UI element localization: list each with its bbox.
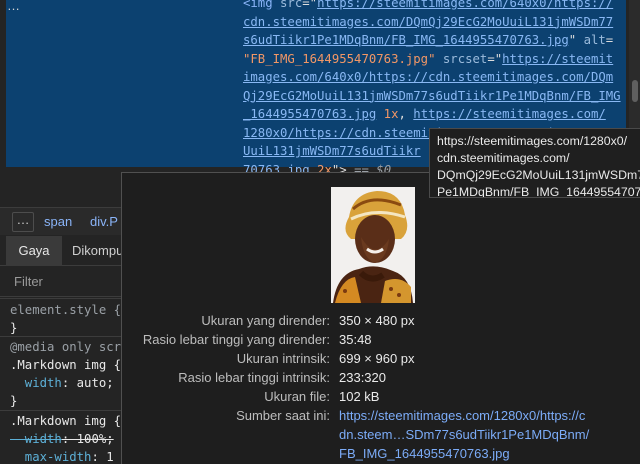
image-info-row: Ukuran yang dirender: 350 × 480 px (122, 311, 640, 330)
filter-input[interactable]: Filter (14, 274, 43, 289)
url-tooltip-line: https://steemitimages.com/1280x0/ (437, 134, 628, 148)
css-rule-line[interactable]: } (10, 392, 122, 411)
rule-divider (0, 298, 122, 299)
code-token: 1x (376, 107, 399, 121)
code-url-link[interactable]: https://steemit (502, 52, 613, 66)
css-rule-line[interactable]: @media only screen (10, 338, 122, 357)
code-token: "FB_IMG_1644955470763.jpg" (243, 51, 436, 66)
url-tooltip-line: Pe1MDqBnm/FB_IMG_1644955470763.jpg (437, 185, 640, 198)
code-line[interactable]: s6udTiikr1Pe1MDqBnm/FB_IMG_1644955470763… (243, 31, 628, 50)
image-info-row: Ukuran file: 102 kB (122, 387, 640, 406)
image-info-value: 102 kB (339, 389, 380, 404)
css-text: } (10, 321, 18, 335)
rule-divider (0, 336, 122, 337)
image-source-link[interactable]: FB_IMG_1644955470763.jpg (339, 444, 510, 463)
image-info-row: Sumber saat ini: https://steemitimages.co… (122, 406, 640, 461)
css-rule-line[interactable]: element.style { (10, 301, 122, 320)
image-info-row: Rasio lebar tinggi yang dirender: 35:48 (122, 330, 640, 349)
css-rule-line[interactable]: } (10, 319, 122, 338)
node-options-dots[interactable]: … (7, 0, 21, 13)
code-url-link[interactable]: s6udTiikr1Pe1MDqBnm/FB_IMG_1644955470763… (243, 33, 569, 47)
image-preview-popover: Ukuran yang dirender: 350 × 480 px Rasio l… (121, 172, 640, 464)
url-tooltip-line: cdn.steemitimages.com/ (437, 151, 570, 165)
image-info-label: Ukuran file: (264, 389, 330, 404)
image-source-link[interactable]: https://steemitimages.com/1280x0/https:/… (339, 406, 585, 425)
code-url-link[interactable]: cdn.steemitimages.com/DQmQj29EcG2MoUuiL1… (243, 15, 613, 29)
code-url-link[interactable]: Qj29EcG2MoUuiL131jmWSDm77s6udTiikr1Pe1MD… (243, 89, 621, 103)
code-line[interactable]: _1644955470763.jpg 1x, https://steemitim… (243, 105, 628, 124)
image-info-value: 350 × 480 px (339, 313, 415, 328)
image-info-row: Rasio lebar tinggi intrinsik: 233:320 (122, 368, 640, 387)
css-text: .Markdown img { (10, 358, 122, 372)
code-line[interactable]: images.com/640x0/https://cdn.steemitimag… (243, 68, 628, 87)
code-line[interactable]: cdn.steemitimages.com/DQmQj29EcG2MoUuiL1… (243, 13, 628, 32)
code-token: " (568, 33, 584, 47)
code-token: alt (583, 33, 606, 47)
code-url-link[interactable]: https://steemitimages.com/ (413, 107, 606, 121)
image-info-label: Rasio lebar tinggi intrinsik: (178, 370, 330, 385)
css-rule-line[interactable]: width: auto; (10, 374, 122, 393)
url-tooltip-line: DQmQj29EcG2MoUuiL131jmWSDm77s6udTiikr1 (437, 168, 640, 182)
code-url-link[interactable]: https://steemitimages.com/640x0/https:// (317, 0, 613, 10)
css-rule-line[interactable]: max-width: 1 (10, 448, 122, 464)
code-url-link[interactable]: _1644955470763.jpg (243, 107, 376, 121)
css-text: : 100%; (61, 432, 114, 446)
code-token: , (398, 107, 414, 121)
code-token: src (280, 0, 303, 10)
css-text: element.style { (10, 303, 122, 317)
code-token: =" (487, 51, 503, 66)
tab-styles[interactable]: Gaya (6, 236, 62, 266)
css-rule-line[interactable]: width: 100%; (10, 430, 122, 449)
css-text: : 1 (91, 450, 114, 464)
code-line[interactable]: Qj29EcG2MoUuiL131jmWSDm77s6udTiikr1Pe1MD… (243, 87, 628, 106)
image-info-label: Sumber saat ini: (236, 408, 330, 423)
elements-scrollbar-thumb[interactable] (632, 80, 638, 102)
code-line[interactable]: <img src="https://steemitimages.com/640x… (243, 0, 628, 13)
rule-divider (0, 410, 122, 411)
image-thumbnail (331, 187, 415, 303)
image-info-label: Ukuran intrinsik: (236, 351, 330, 366)
css-text: @media only screen (10, 340, 122, 354)
url-tooltip: https://steemitimages.com/1280x0/ cdn.st… (429, 128, 640, 198)
code-token: <img (243, 0, 281, 10)
breadcrumb-item-span[interactable]: span (44, 214, 72, 229)
code-url-link[interactable]: images.com/640x0/https://cdn.steemitimag… (243, 70, 613, 84)
image-info-value: 35:48 (339, 332, 372, 347)
image-source-link[interactable]: dn.steem…SDm77s6udTiikr1Pe1MDqBnm/ (339, 425, 589, 444)
breadcrumb-more-button[interactable]: … (12, 212, 34, 232)
code-token: srcset (442, 51, 488, 66)
image-info-label: Rasio lebar tinggi yang dirender: (142, 332, 330, 347)
code-url-link[interactable]: UuiL131jmWSDm77s6udTiikr (243, 144, 421, 158)
code-token: = (605, 33, 614, 47)
css-rule-line[interactable]: .Markdown img { (10, 412, 122, 431)
breadcrumb-item-div[interactable]: div.P (90, 214, 118, 229)
css-text: .Markdown img { (10, 414, 122, 428)
image-info-row: Ukuran intrinsik: 699 × 960 px (122, 349, 640, 368)
portrait-image (331, 187, 415, 303)
code-token: =" (302, 0, 318, 10)
code-line[interactable]: "FB_IMG_1644955470763.jpg" srcset="https… (243, 50, 628, 69)
css-property: max-width (10, 450, 92, 464)
image-info-value: 699 × 960 px (339, 351, 415, 366)
css-property: width (10, 432, 62, 446)
css-rule-line[interactable]: .Markdown img { (10, 356, 122, 375)
image-info-value: 233:320 (339, 370, 386, 385)
css-text: } (10, 394, 18, 408)
css-property: width (10, 376, 62, 390)
image-info-label: Ukuran yang dirender: (201, 313, 330, 328)
css-text: : auto; (61, 376, 114, 390)
